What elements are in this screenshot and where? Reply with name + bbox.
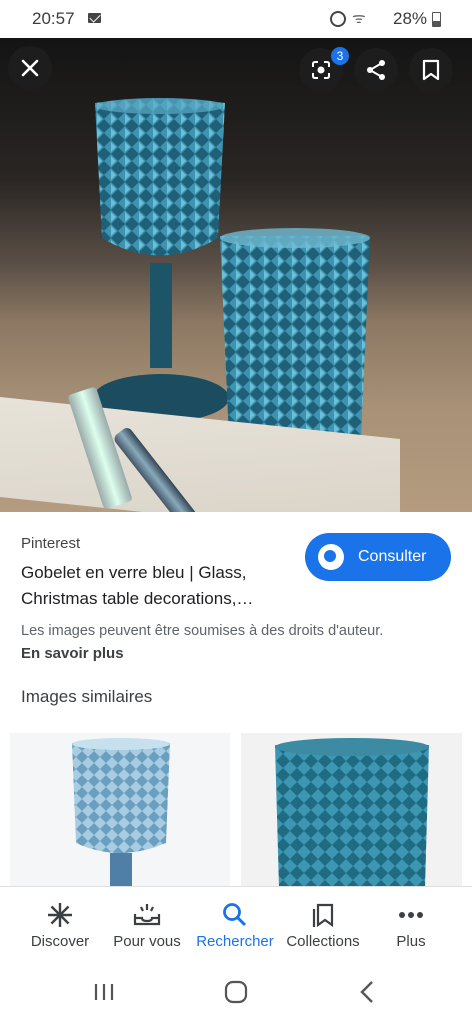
inbox-sparkle-icon xyxy=(132,901,162,929)
similar-image-1[interactable] xyxy=(10,733,230,888)
wine-glass-illustration xyxy=(93,98,229,422)
wifi-signal-icon: ᯤ xyxy=(352,10,366,27)
close-button[interactable] xyxy=(8,46,52,90)
result-source: Pinterest xyxy=(21,535,81,552)
nav-plus[interactable]: Plus xyxy=(371,887,451,963)
share-button[interactable] xyxy=(354,48,398,92)
lens-count-badge: 3 xyxy=(331,47,349,65)
battery-percent: 28% xyxy=(393,9,428,28)
recent-apps-icon[interactable] xyxy=(92,980,116,1004)
result-title-line-2: Christmas table decorations,… xyxy=(21,589,254,608)
nav-collections-label: Collections xyxy=(286,933,360,950)
copyright-notice: Les images peuvent être soumises à des d… xyxy=(21,623,384,639)
visit-button[interactable]: Consulter xyxy=(305,533,451,581)
similar-image-2[interactable] xyxy=(241,733,462,888)
wine-glass-thumbnail xyxy=(72,738,170,888)
status-bar: 20:57 ᯤ 28% xyxy=(0,0,472,38)
nav-pour-vous-label: Pour vous xyxy=(113,933,181,950)
more-dots-icon xyxy=(396,901,426,929)
nav-rechercher[interactable]: Rechercher xyxy=(190,887,280,963)
share-icon xyxy=(367,60,385,80)
back-icon[interactable] xyxy=(358,980,378,1004)
bottom-navigation: Discover Pour vous Rechercher Collection… xyxy=(0,886,472,963)
nav-pour-vous[interactable]: Pour vous xyxy=(107,887,187,963)
status-time: 20:57 xyxy=(32,9,75,28)
nav-plus-label: Plus xyxy=(396,933,426,950)
result-title-line-1: Gobelet en verre bleu | Glass, xyxy=(21,563,247,582)
mail-notification-icon xyxy=(88,13,101,23)
bookmark-icon xyxy=(422,59,440,81)
alarm-icon xyxy=(330,11,346,27)
nav-rechercher-label: Rechercher xyxy=(196,933,274,950)
battery-icon xyxy=(432,12,441,27)
search-icon xyxy=(220,901,250,929)
close-icon xyxy=(21,59,39,77)
collections-bookmark-icon xyxy=(308,901,338,929)
asterisk-icon xyxy=(45,901,75,929)
learn-more-link[interactable]: En savoir plus xyxy=(21,645,124,662)
nav-collections[interactable]: Collections xyxy=(280,887,366,963)
home-icon[interactable] xyxy=(224,980,248,1004)
similar-images-heading: Images similaires xyxy=(21,687,153,706)
globe-icon xyxy=(318,544,344,570)
lens-icon xyxy=(312,61,330,79)
system-navigation-bar xyxy=(0,962,472,1024)
tumbler-thumbnail xyxy=(275,738,429,888)
nav-discover-label: Discover xyxy=(30,933,90,950)
visit-button-label: Consulter xyxy=(358,548,427,565)
save-to-collection-button[interactable] xyxy=(409,48,453,92)
nav-discover[interactable]: Discover xyxy=(20,887,100,963)
main-image[interactable] xyxy=(0,38,472,512)
result-title[interactable]: Gobelet en verre bleu | Glass, Christmas… xyxy=(21,560,296,612)
